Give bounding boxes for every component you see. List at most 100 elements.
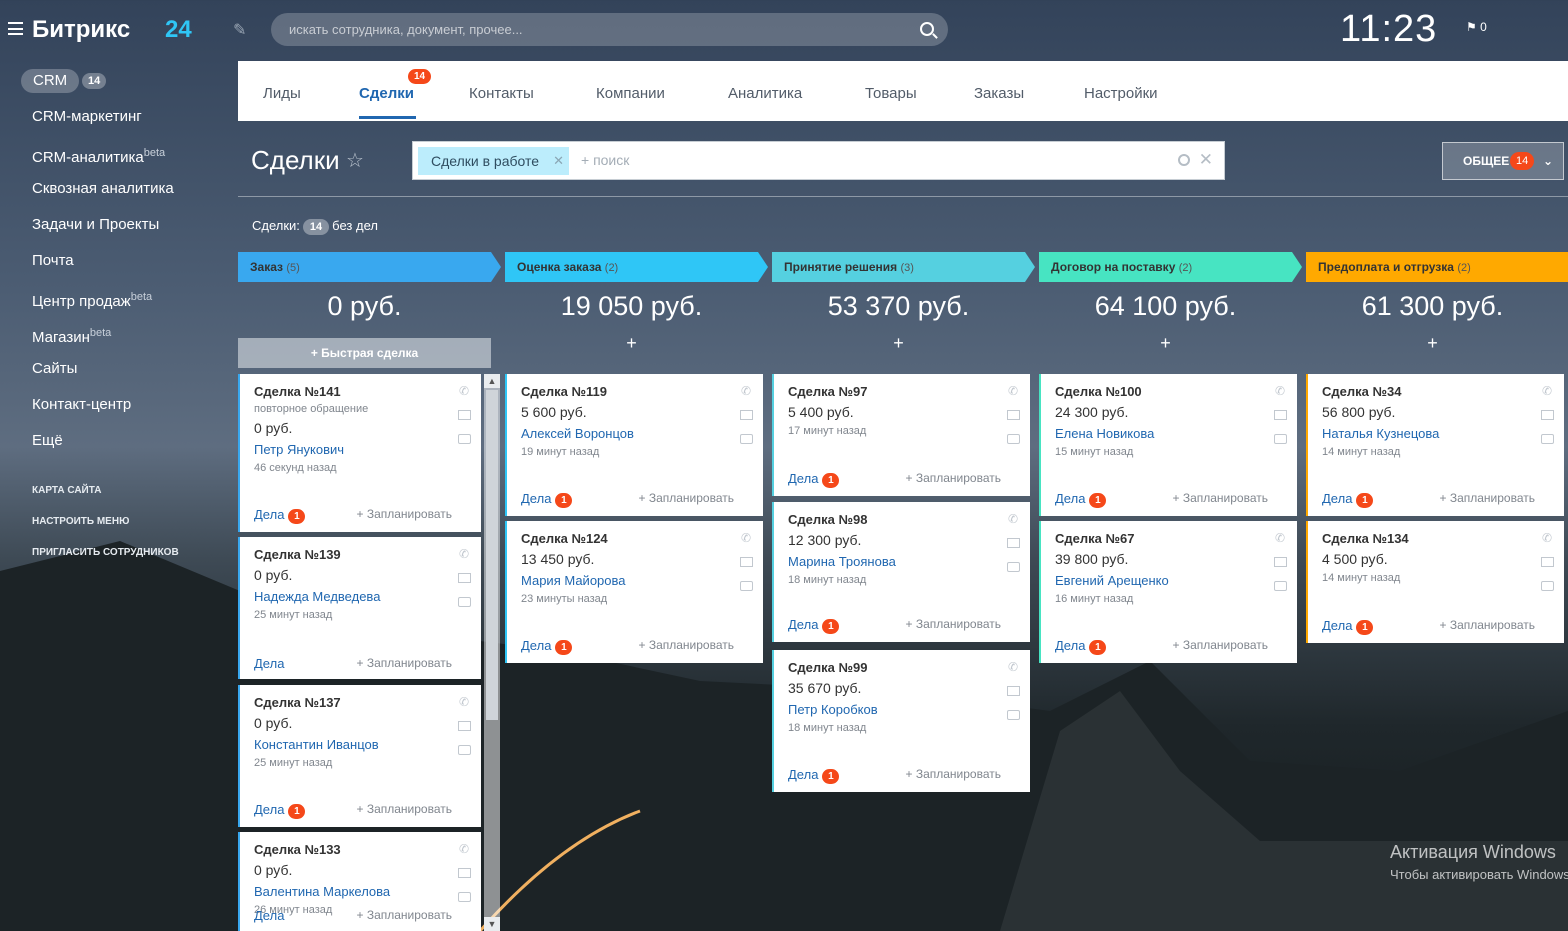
phone-icon[interactable]: ✆ <box>739 531 753 545</box>
schedule-link[interactable]: + Запланировать <box>1172 638 1268 652</box>
schedule-link[interactable]: + Запланировать <box>356 656 452 670</box>
deal-card[interactable]: Сделка №34 56 800 руб. Наталья Кузнецова 14… <box>1306 374 1564 516</box>
star-icon[interactable]: ☆ <box>346 148 364 173</box>
schedule-link[interactable]: + Запланировать <box>905 471 1001 485</box>
tab-item[interactable]: Товары <box>865 85 917 102</box>
deal-card[interactable]: Сделка №141 повторное обращение 0 руб. Петр… <box>238 374 481 532</box>
tasks-link[interactable]: Дела <box>1322 618 1352 633</box>
chat-icon[interactable] <box>1541 581 1554 591</box>
mail-icon[interactable] <box>1541 410 1554 420</box>
deal-card[interactable]: Сделка №100 24 300 руб. Елена Новикова 15 м… <box>1039 374 1297 516</box>
pencil-icon[interactable]: ✎ <box>233 20 246 40</box>
deal-title[interactable]: Сделка №134 <box>1322 531 1550 546</box>
deal-card[interactable]: Сделка №134 4 500 руб. 14 минут назад ✆ Дела… <box>1306 521 1564 643</box>
chat-icon[interactable] <box>1007 434 1020 444</box>
chat-icon[interactable] <box>458 597 471 607</box>
deal-card[interactable]: Сделка №133 0 руб. Валентина Маркелова 26 м… <box>238 832 481 931</box>
filter-chip[interactable]: Сделки в работе ✕ <box>418 147 570 175</box>
mail-icon[interactable] <box>1274 410 1287 420</box>
tab-item[interactable]: Сделки <box>359 85 414 102</box>
phone-icon[interactable]: ✆ <box>457 384 471 398</box>
deal-client-link[interactable]: Надежда Медведева <box>254 589 467 604</box>
sidebar-link[interactable]: КАРТА САЙТА <box>32 485 179 516</box>
clear-icon[interactable]: ✕ <box>1199 150 1213 170</box>
chat-icon[interactable] <box>1274 581 1287 591</box>
deal-title[interactable]: Сделка №97 <box>788 384 1016 399</box>
mail-icon[interactable] <box>1007 538 1020 548</box>
mail-icon[interactable] <box>458 410 471 420</box>
sidebar-item[interactable]: Контакт-центр <box>32 396 174 432</box>
deal-title[interactable]: Сделка №67 <box>1055 531 1283 546</box>
chat-icon[interactable] <box>1541 434 1554 444</box>
counter-badge[interactable]: 14 <box>302 219 330 235</box>
logo-number[interactable]: 24 <box>165 16 192 44</box>
chat-icon[interactable] <box>458 892 471 902</box>
chat-icon[interactable] <box>1007 710 1020 720</box>
schedule-link[interactable]: + Запланировать <box>1439 491 1535 505</box>
search-icon[interactable] <box>1178 154 1190 166</box>
schedule-link[interactable]: + Запланировать <box>638 638 734 652</box>
tasks-link[interactable]: Дела <box>521 491 551 506</box>
chat-icon[interactable] <box>1274 434 1287 444</box>
sidebar-item-crm[interactable]: CRM <box>21 69 80 93</box>
quick-deal-button[interactable]: + Быстрая сделка <box>238 338 491 368</box>
chat-icon[interactable] <box>740 581 753 591</box>
deal-client-link[interactable]: Валентина Маркелова <box>254 884 467 899</box>
scroll-down-icon[interactable]: ▼ <box>484 917 500 931</box>
mail-icon[interactable] <box>458 573 471 583</box>
deal-title[interactable]: Сделка №139 <box>254 547 467 562</box>
deal-card[interactable]: Сделка №99 35 670 руб. Петр Коробков 18 мин… <box>772 650 1030 792</box>
deal-card[interactable]: Сделка №124 13 450 руб. Мария Майорова 23 м… <box>505 521 763 663</box>
tab-item[interactable]: Заказы <box>974 85 1024 102</box>
deal-client-link[interactable]: Елена Новикова <box>1055 426 1283 441</box>
schedule-link[interactable]: + Запланировать <box>356 802 452 816</box>
sidebar-item[interactable]: CRM-маркетинг <box>32 108 174 144</box>
tasks-link[interactable]: Дела <box>1055 638 1085 653</box>
add-deal-icon[interactable]: + <box>772 333 1025 365</box>
schedule-link[interactable]: + Запланировать <box>905 617 1001 631</box>
schedule-link[interactable]: + Запланировать <box>1439 618 1535 632</box>
phone-icon[interactable]: ✆ <box>457 547 471 561</box>
deal-client-link[interactable]: Наталья Кузнецова <box>1322 426 1550 441</box>
phone-icon[interactable]: ✆ <box>1540 531 1554 545</box>
logo[interactable]: Битрикс <box>32 16 130 44</box>
sidebar-link[interactable]: ПРИГЛАСИТЬ СОТРУДНИКОВ <box>32 547 179 578</box>
column-header[interactable]: Предоплата и отгрузка (2) <box>1306 252 1568 282</box>
sidebar-item[interactable]: Сайты <box>32 360 174 396</box>
column-header[interactable]: Оценка заказа (2) <box>505 252 768 282</box>
clock[interactable]: 11:23 <box>1340 8 1437 51</box>
chat-icon[interactable] <box>458 434 471 444</box>
tab-item[interactable]: Контакты <box>469 85 534 102</box>
deal-title[interactable]: Сделка №141 <box>254 384 467 399</box>
mail-icon[interactable] <box>458 721 471 731</box>
chat-icon[interactable] <box>740 434 753 444</box>
mail-icon[interactable] <box>1541 557 1554 567</box>
add-deal-icon[interactable]: + <box>505 333 758 365</box>
schedule-link[interactable]: + Запланировать <box>638 491 734 505</box>
phone-icon[interactable]: ✆ <box>1006 384 1020 398</box>
tasks-link[interactable]: Дела <box>1055 491 1085 506</box>
mail-icon[interactable] <box>740 557 753 567</box>
schedule-link[interactable]: + Запланировать <box>356 507 452 521</box>
deal-card[interactable]: Сделка №98 12 300 руб. Марина Троянова 18 м… <box>772 502 1030 642</box>
general-button[interactable]: ОБЩЕЕ 14 ⌄ <box>1442 142 1564 180</box>
mail-icon[interactable] <box>1274 557 1287 567</box>
deal-client-link[interactable]: Константин Иванцов <box>254 737 467 752</box>
tasks-link[interactable]: Дела <box>788 617 818 632</box>
schedule-link[interactable]: + Запланировать <box>356 908 452 922</box>
deal-card[interactable]: Сделка №137 0 руб. Константин Иванцов 25 ми… <box>238 685 481 827</box>
deal-client-link[interactable]: Алексей Воронцов <box>521 426 749 441</box>
deal-client-link[interactable]: Марина Троянова <box>788 554 1016 569</box>
deal-title[interactable]: Сделка №98 <box>788 512 1016 527</box>
sidebar-item[interactable]: Магазинbeta <box>32 324 174 360</box>
scroll-thumb[interactable] <box>486 390 498 720</box>
sidebar-item[interactable]: Центр продажbeta <box>32 288 174 324</box>
column-header[interactable]: Заказ (5) <box>238 252 501 282</box>
phone-icon[interactable]: ✆ <box>1273 531 1287 545</box>
counter-suffix[interactable]: без дел <box>332 218 378 233</box>
deal-title[interactable]: Сделка №124 <box>521 531 749 546</box>
deal-client-link[interactable]: Петр Коробков <box>788 702 1016 717</box>
global-search[interactable] <box>271 13 948 46</box>
phone-icon[interactable]: ✆ <box>1540 384 1554 398</box>
deal-title[interactable]: Сделка №133 <box>254 842 467 857</box>
